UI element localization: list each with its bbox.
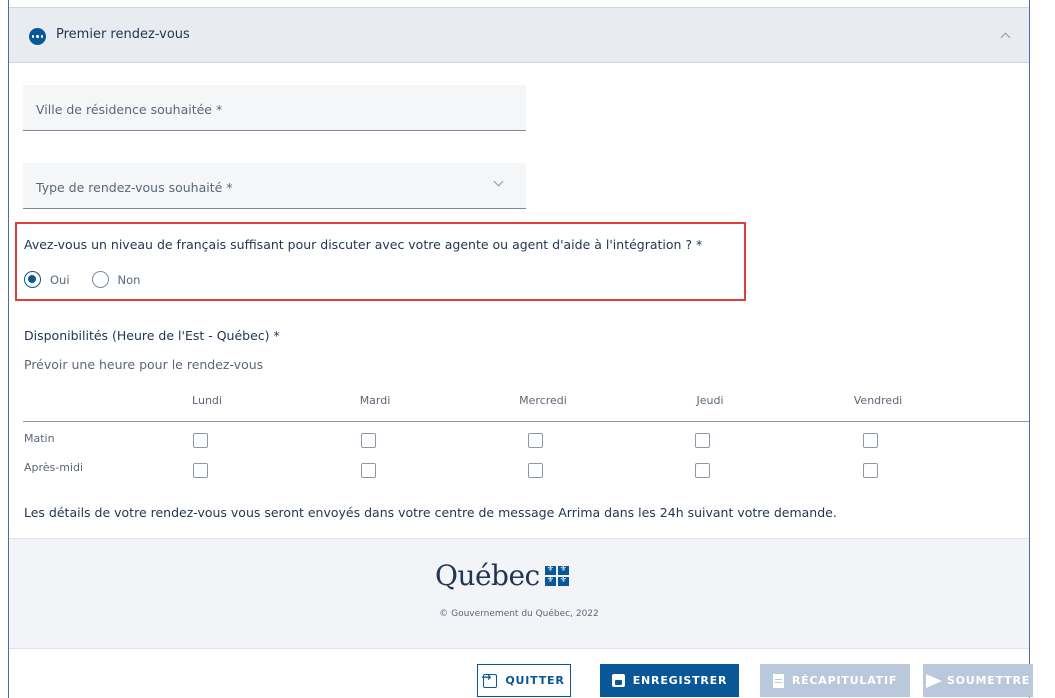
appointment-type-select[interactable]: Type de rendez-vous souhaité *: [23, 163, 526, 209]
more-dots-icon: [29, 28, 46, 45]
radio-non-label: Non: [117, 272, 141, 287]
recap-button-label: RÉCAPITULATIF: [791, 674, 898, 687]
recap-button[interactable]: RÉCAPITULATIF: [760, 664, 910, 697]
fleur-de-lis-flag-icon: [544, 564, 569, 586]
day-header-mardi: Mardi: [359, 394, 391, 407]
section-header[interactable]: Premier rendez-vous: [9, 7, 1029, 63]
french-level-question: Avez-vous un niveau de français suffisan…: [24, 237, 703, 252]
availability-subtitle: Prévoir une heure pour le rendez-vous: [24, 357, 264, 372]
checkbox-jeudi-matin[interactable]: [695, 433, 710, 448]
radio-oui-label: Oui: [50, 272, 70, 287]
row-label-apres-midi: Après-midi: [24, 461, 84, 474]
checkbox-lundi-apres-midi[interactable]: [193, 463, 208, 478]
checkbox-mercredi-apres-midi[interactable]: [528, 463, 543, 478]
appointment-type-label: Type de rendez-vous souhaité *: [36, 180, 233, 195]
exit-icon: [481, 670, 498, 688]
day-header-mercredi: Mercredi: [519, 394, 567, 407]
day-header-vendredi: Vendredi: [853, 394, 903, 407]
document-icon: [772, 673, 784, 688]
send-icon: [925, 673, 942, 688]
action-bar: QUITTER ENREGISTRER RÉCAPITULATIF SOUMET…: [9, 648, 1033, 698]
save-button-label: ENREGISTRER: [632, 674, 728, 687]
copyright: © Gouvernement du Québec, 2022: [439, 609, 599, 619]
quit-button[interactable]: QUITTER: [477, 664, 571, 697]
save-icon: [611, 674, 625, 687]
quebec-logo-text: Québec: [435, 559, 540, 592]
checkbox-jeudi-apres-midi[interactable]: [695, 463, 710, 478]
quit-button-label: QUITTER: [505, 674, 565, 687]
french-level-radio-group: Oui Non: [24, 271, 140, 288]
chevron-up-icon[interactable]: [1000, 32, 1011, 43]
checkbox-mercredi-matin[interactable]: [528, 433, 543, 448]
radio-non[interactable]: [91, 271, 109, 288]
submit-button[interactable]: SOUMETTRE: [923, 664, 1033, 697]
city-field-label: Ville de résidence souhaitée *: [36, 102, 223, 117]
highlight-box: [15, 222, 746, 301]
grid-divider: [23, 421, 1029, 422]
checkbox-mardi-apres-midi[interactable]: [361, 463, 376, 478]
checkbox-vendredi-apres-midi[interactable]: [863, 463, 878, 478]
footer: Québec © Gouvernement du Québec, 2022: [9, 538, 1029, 648]
chevron-down-icon: [493, 176, 504, 187]
section-title: Premier rendez-vous: [56, 27, 190, 42]
day-header-jeudi: Jeudi: [696, 394, 724, 407]
form-frame: Premier rendez-vous Ville de résidence s…: [8, 0, 1033, 698]
save-button[interactable]: ENREGISTRER: [600, 664, 739, 697]
checkbox-vendredi-matin[interactable]: [863, 433, 878, 448]
radio-oui[interactable]: [24, 271, 41, 288]
availability-title: Disponibilités (Heure de l'Est - Québec)…: [24, 328, 280, 343]
city-field[interactable]: Ville de résidence souhaitée *: [23, 85, 526, 131]
submit-button-label: SOUMETTRE: [946, 674, 1031, 687]
checkbox-lundi-matin[interactable]: [193, 433, 208, 448]
availability-note: Les détails de votre rendez-vous vous se…: [24, 505, 837, 520]
row-label-matin: Matin: [24, 432, 55, 445]
checkbox-mardi-matin[interactable]: [361, 433, 376, 448]
day-header-lundi: Lundi: [192, 394, 222, 407]
quebec-logo: Québec: [435, 559, 569, 592]
